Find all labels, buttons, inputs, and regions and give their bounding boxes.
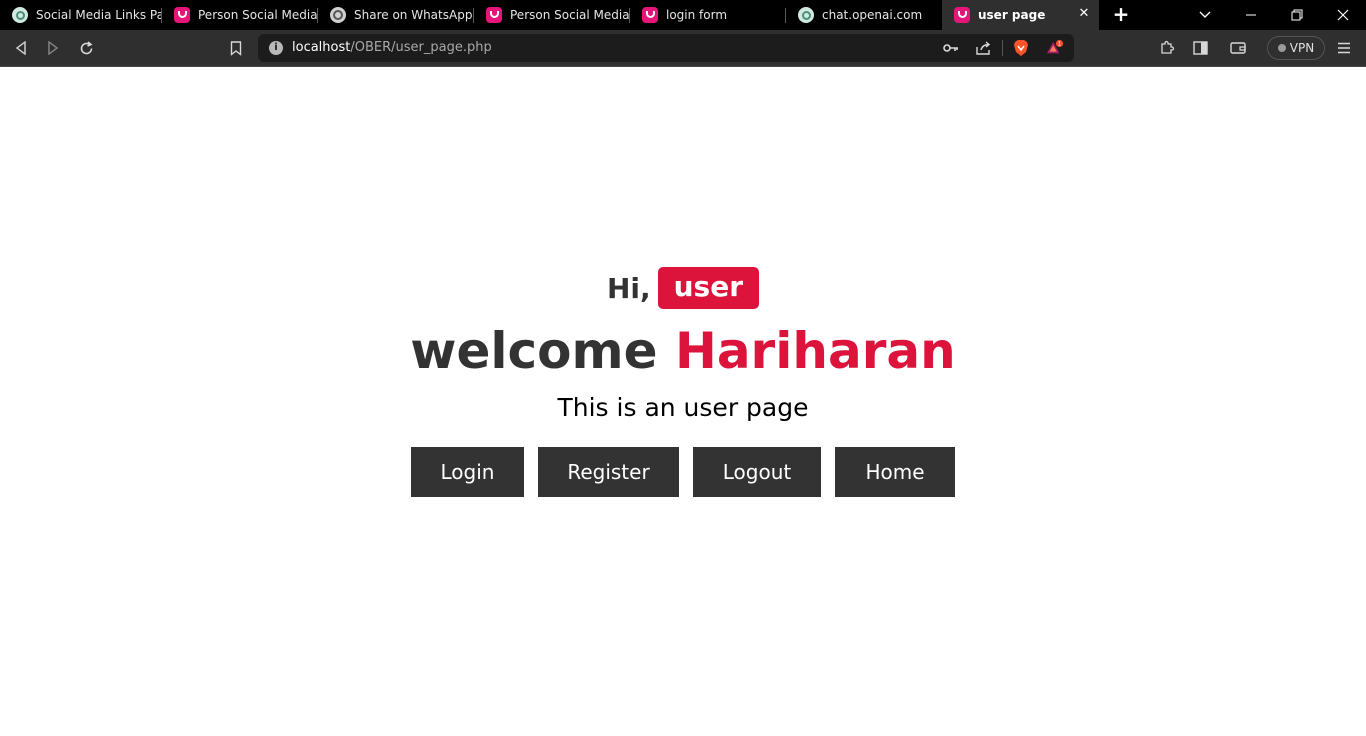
greeting-text: Hi, bbox=[606, 271, 651, 305]
login-button[interactable]: Login bbox=[411, 447, 524, 497]
reload-button[interactable] bbox=[77, 39, 95, 57]
tab-title: chat.openai.com bbox=[822, 8, 923, 22]
tab-title: Social Media Links Pag bbox=[36, 8, 162, 22]
role-badge: user bbox=[657, 267, 760, 309]
brave-shields-button[interactable] bbox=[1012, 39, 1030, 57]
tab-title: Share on WhatsApp bbox=[354, 8, 473, 22]
vpn-label: VPN bbox=[1289, 41, 1315, 55]
tab-title: Person Social Media Li bbox=[510, 8, 630, 22]
logout-button[interactable]: Logout bbox=[693, 447, 821, 497]
sidebar-icon bbox=[1192, 41, 1208, 55]
vpn-status-dot-icon bbox=[1277, 44, 1286, 52]
pink-app-icon bbox=[486, 7, 502, 23]
tab-person-social-media-1[interactable]: Person Social Media Li bbox=[162, 0, 318, 30]
tab-person-social-media-2[interactable]: Person Social Media Li bbox=[474, 0, 630, 30]
hamburger-menu-icon bbox=[1338, 42, 1350, 54]
openai-icon bbox=[12, 7, 28, 23]
forward-button[interactable] bbox=[44, 39, 62, 57]
puzzle-piece-icon bbox=[1161, 40, 1175, 54]
action-buttons: Login Register Logout Home bbox=[0, 447, 1366, 497]
url-path: /OBER/user_page.php bbox=[350, 40, 492, 55]
new-tab-button[interactable]: + bbox=[1112, 4, 1130, 25]
pink-app-icon bbox=[954, 7, 970, 23]
greeting-row: Hi, user bbox=[0, 267, 1366, 309]
share-button[interactable] bbox=[974, 39, 992, 57]
browser-toolbar: i localhost/OBER/user_page.php 1 VPN bbox=[0, 30, 1366, 67]
minimize-icon bbox=[1246, 14, 1256, 16]
pink-app-icon bbox=[642, 7, 658, 23]
restore-button[interactable] bbox=[1274, 0, 1320, 30]
welcome-word: welcome bbox=[410, 322, 658, 380]
extensions-button[interactable] bbox=[1158, 39, 1176, 57]
minimize-button[interactable] bbox=[1228, 0, 1274, 30]
welcome-heading: welcome Hariharan bbox=[0, 321, 1366, 381]
user-name: Hariharan bbox=[674, 322, 956, 380]
rewards-triangle-icon: 1 bbox=[1046, 39, 1064, 54]
tab-title: Person Social Media Li bbox=[198, 8, 318, 22]
tab-user-page[interactable]: user page ✕ bbox=[942, 0, 1099, 30]
globe-icon bbox=[330, 7, 346, 23]
svg-text:1: 1 bbox=[1058, 42, 1061, 48]
page-content: Hi, user welcome Hariharan This is an us… bbox=[0, 67, 1366, 736]
tab-title: login form bbox=[666, 8, 728, 22]
close-window-button[interactable] bbox=[1320, 0, 1366, 30]
brave-rewards-button[interactable]: 1 bbox=[1046, 39, 1064, 57]
chevron-down-icon bbox=[1199, 11, 1211, 18]
password-key-button[interactable] bbox=[942, 39, 960, 57]
browser-tab-strip: Social Media Links Pag Person Social Med… bbox=[0, 0, 1366, 30]
page-subtitle: This is an user page bbox=[557, 393, 809, 422]
tab-search-button[interactable] bbox=[1182, 0, 1228, 30]
tab-chat-openai[interactable]: chat.openai.com bbox=[786, 0, 942, 30]
brave-lion-icon bbox=[1014, 40, 1028, 56]
pink-app-icon bbox=[174, 7, 190, 23]
wallet-button[interactable] bbox=[1229, 39, 1247, 57]
reload-icon bbox=[80, 40, 93, 54]
main-menu-button[interactable] bbox=[1335, 39, 1353, 57]
restore-icon bbox=[1291, 9, 1303, 21]
site-info-icon[interactable]: i bbox=[269, 41, 283, 55]
close-tab-icon[interactable]: ✕ bbox=[1077, 7, 1091, 21]
tab-share-on-whatsapp[interactable]: Share on WhatsApp bbox=[318, 0, 474, 30]
home-button[interactable]: Home bbox=[835, 447, 955, 497]
sidebar-toggle-button[interactable] bbox=[1191, 39, 1209, 57]
address-bar[interactable]: i localhost/OBER/user_page.php 1 bbox=[258, 34, 1074, 62]
forward-arrow-icon bbox=[48, 41, 59, 55]
back-arrow-icon bbox=[15, 41, 26, 55]
openai-icon bbox=[798, 7, 814, 23]
vpn-button[interactable]: VPN bbox=[1267, 36, 1325, 60]
back-button[interactable] bbox=[12, 39, 30, 57]
bookmark-button[interactable] bbox=[227, 39, 245, 57]
tab-title: user page bbox=[978, 8, 1046, 22]
share-icon bbox=[975, 41, 990, 55]
tab-social-media-links[interactable]: Social Media Links Pag bbox=[0, 0, 162, 30]
url-text[interactable]: localhost/OBER/user_page.php bbox=[292, 40, 492, 55]
tab-login-form[interactable]: login form bbox=[630, 0, 786, 30]
bookmark-icon bbox=[230, 40, 242, 56]
close-icon bbox=[1337, 9, 1349, 21]
toolbar-divider bbox=[1002, 40, 1003, 56]
url-host: localhost bbox=[292, 40, 351, 55]
register-button[interactable]: Register bbox=[538, 447, 679, 497]
key-icon bbox=[943, 44, 958, 52]
wallet-icon bbox=[1230, 42, 1246, 54]
